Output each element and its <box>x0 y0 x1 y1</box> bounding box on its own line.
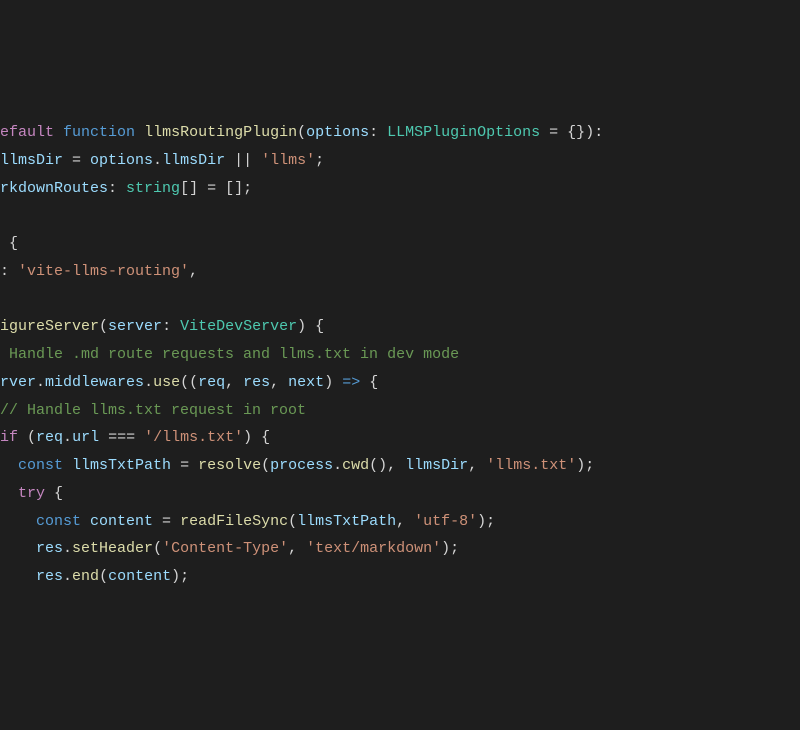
code-line-1: efault function llmsRoutingPlugin(option… <box>0 119 800 147</box>
code-editor[interactable]: efault function llmsRoutingPlugin(option… <box>0 119 800 591</box>
code-line-12: try { <box>0 480 800 508</box>
code-line-blank-2 <box>0 286 800 314</box>
code-line-blank-1 <box>0 202 800 230</box>
code-line-13: const content = readFileSync(llmsTxtPath… <box>0 508 800 536</box>
code-line-15: res.end(content); <box>0 563 800 591</box>
code-line-10: if (req.url === '/llms.txt') { <box>0 424 800 452</box>
code-line-2: llmsDir = options.llmsDir || 'llms'; <box>0 147 800 175</box>
code-line-6: igureServer(server: ViteDevServer) { <box>0 313 800 341</box>
code-line-14: res.setHeader('Content-Type', 'text/mark… <box>0 535 800 563</box>
code-line-8: rver.middlewares.use((req, res, next) =>… <box>0 369 800 397</box>
code-line-4: { <box>0 230 800 258</box>
code-line-5: : 'vite-llms-routing', <box>0 258 800 286</box>
code-line-7: Handle .md route requests and llms.txt i… <box>0 341 800 369</box>
code-line-9: // Handle llms.txt request in root <box>0 397 800 425</box>
code-line-11: const llmsTxtPath = resolve(process.cwd(… <box>0 452 800 480</box>
code-line-3: rkdownRoutes: string[] = []; <box>0 175 800 203</box>
